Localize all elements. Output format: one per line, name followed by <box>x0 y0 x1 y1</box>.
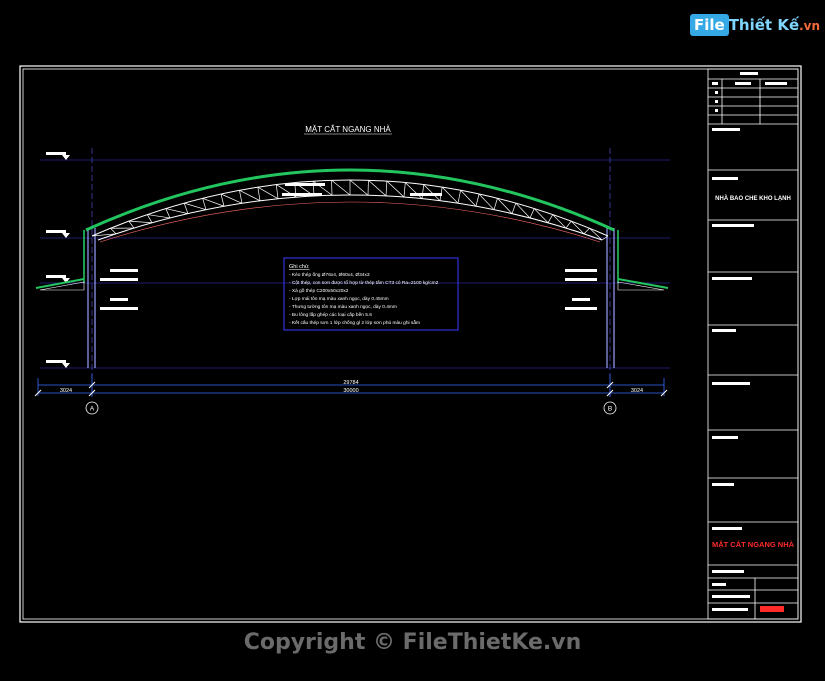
truss-member <box>368 180 387 197</box>
copyright-watermark: Copyright © FileThietKe.vn <box>243 630 582 655</box>
axis-label-a: A <box>90 406 95 413</box>
dim-total-span: 30000 <box>343 388 358 394</box>
truss-member <box>275 184 279 199</box>
truss-member <box>220 193 243 204</box>
note-line: - Kèo thép ống Ø76x4, Ø60x4, Ø34x3 <box>289 272 370 278</box>
truss-member <box>146 214 153 223</box>
cad-drawing-canvas: NHÀ BAO CHE KHO LẠNH MẶT CẮT NGANG NHÀ M… <box>19 65 802 623</box>
truss-member <box>183 203 189 214</box>
truss-member <box>220 193 225 207</box>
truss-member <box>349 179 369 196</box>
truss-member <box>386 180 405 198</box>
truss-member <box>202 198 207 210</box>
truss-member <box>202 197 225 207</box>
axis-label-b: B <box>608 406 612 413</box>
title-block-frame <box>707 68 799 620</box>
truss-member <box>405 182 423 199</box>
sheet-border <box>19 65 802 623</box>
truss-member <box>331 180 351 196</box>
truss-member <box>165 208 189 214</box>
drawing-title: MẶT CẮT NGANG NHÀ <box>305 125 391 134</box>
truss-member <box>128 220 135 229</box>
axis-bubbles: A B <box>85 401 617 415</box>
project-name: NHÀ BAO CHE KHO LẠNH <box>715 195 791 202</box>
truss-member <box>147 214 171 219</box>
title-block-small-text <box>712 72 787 611</box>
notes-lines: - Kèo thép ống Ø76x4, Ø60x4, Ø34x3 - Cột… <box>289 272 439 326</box>
truss-member <box>165 208 171 219</box>
note-line: - Kết cấu thép sơn 1 lớp chống gỉ 2 lớp … <box>289 319 420 326</box>
roof-sheeting <box>85 168 615 232</box>
notes-box <box>283 257 459 331</box>
truss-member <box>529 208 535 219</box>
truss-inner-line <box>99 201 601 243</box>
truss-member <box>423 184 441 201</box>
truss-member <box>565 220 572 229</box>
truss-member <box>547 214 554 223</box>
truss-member <box>583 228 590 235</box>
truss-web <box>91 179 609 241</box>
truss-member <box>385 181 388 196</box>
truss-member <box>128 220 153 224</box>
tb-text-bar <box>740 72 758 75</box>
truss-member <box>493 198 498 210</box>
dim-inner-span: 29784 <box>343 380 358 386</box>
truss-member <box>110 228 117 235</box>
truss-member <box>403 182 406 198</box>
note-line: - Lợp mái tôn mạ màu xanh ngọc, dày 0.45… <box>289 296 389 302</box>
truss-member <box>257 187 261 201</box>
level-lines <box>40 159 670 369</box>
note-line: - Bu lông lắp ghép các loại cấp bền 5.6 <box>289 311 372 318</box>
tb-red-mark <box>760 606 784 612</box>
truss-member <box>457 190 461 204</box>
note-line: - Thưng tường tôn mạ màu xanh ngọc, dày … <box>289 304 397 310</box>
note-line: - Cột thép, con sơn được tổ hợp từ thép … <box>289 279 439 286</box>
note-line: - Xà gồ thép C200x50x20x2 <box>289 288 349 294</box>
dimension-texts: 3024 29784 30000 3024 <box>60 380 643 394</box>
notes-heading: Ghi chú: <box>289 264 310 270</box>
title-block <box>707 68 799 620</box>
level-markers <box>46 152 70 368</box>
truss-member <box>475 193 480 207</box>
truss-member <box>511 203 517 214</box>
truss-member <box>184 202 207 211</box>
truss-member <box>239 189 261 202</box>
dim-left-offset: 3024 <box>60 388 72 394</box>
sheet-inner-border <box>22 68 799 620</box>
truss-member <box>257 186 279 199</box>
sheet-title: MẶT CẮT NGANG NHÀ <box>712 540 795 549</box>
dim-right-offset: 3024 <box>631 388 643 394</box>
truss-member <box>239 190 243 204</box>
truss-member <box>421 184 425 199</box>
